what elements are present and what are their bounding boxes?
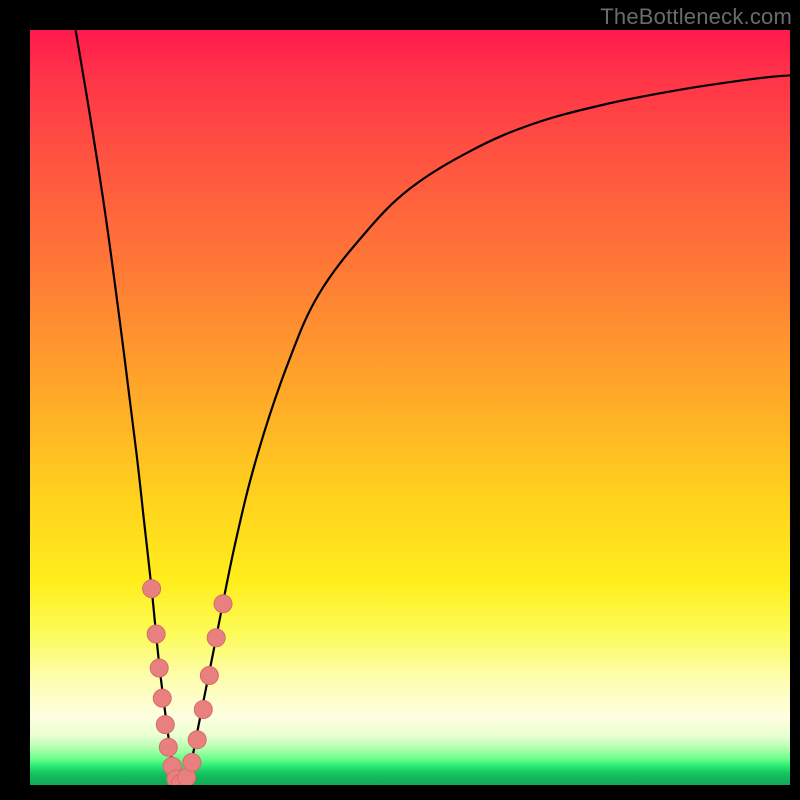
data-marker bbox=[188, 731, 206, 749]
chart-frame: TheBottleneck.com bbox=[0, 0, 800, 800]
data-marker bbox=[207, 629, 225, 647]
bottleneck-curve bbox=[76, 30, 790, 785]
watermark-text: TheBottleneck.com bbox=[600, 4, 792, 30]
data-marker bbox=[143, 580, 161, 598]
data-marker bbox=[159, 738, 177, 756]
curve-svg bbox=[30, 30, 790, 785]
data-markers bbox=[143, 580, 232, 785]
data-marker bbox=[153, 689, 171, 707]
data-marker bbox=[183, 753, 201, 771]
data-marker bbox=[214, 595, 232, 613]
data-marker bbox=[156, 716, 174, 734]
data-marker bbox=[150, 659, 168, 677]
data-marker bbox=[200, 667, 218, 685]
data-marker bbox=[194, 701, 212, 719]
plot-area bbox=[30, 30, 790, 785]
data-marker bbox=[147, 625, 165, 643]
